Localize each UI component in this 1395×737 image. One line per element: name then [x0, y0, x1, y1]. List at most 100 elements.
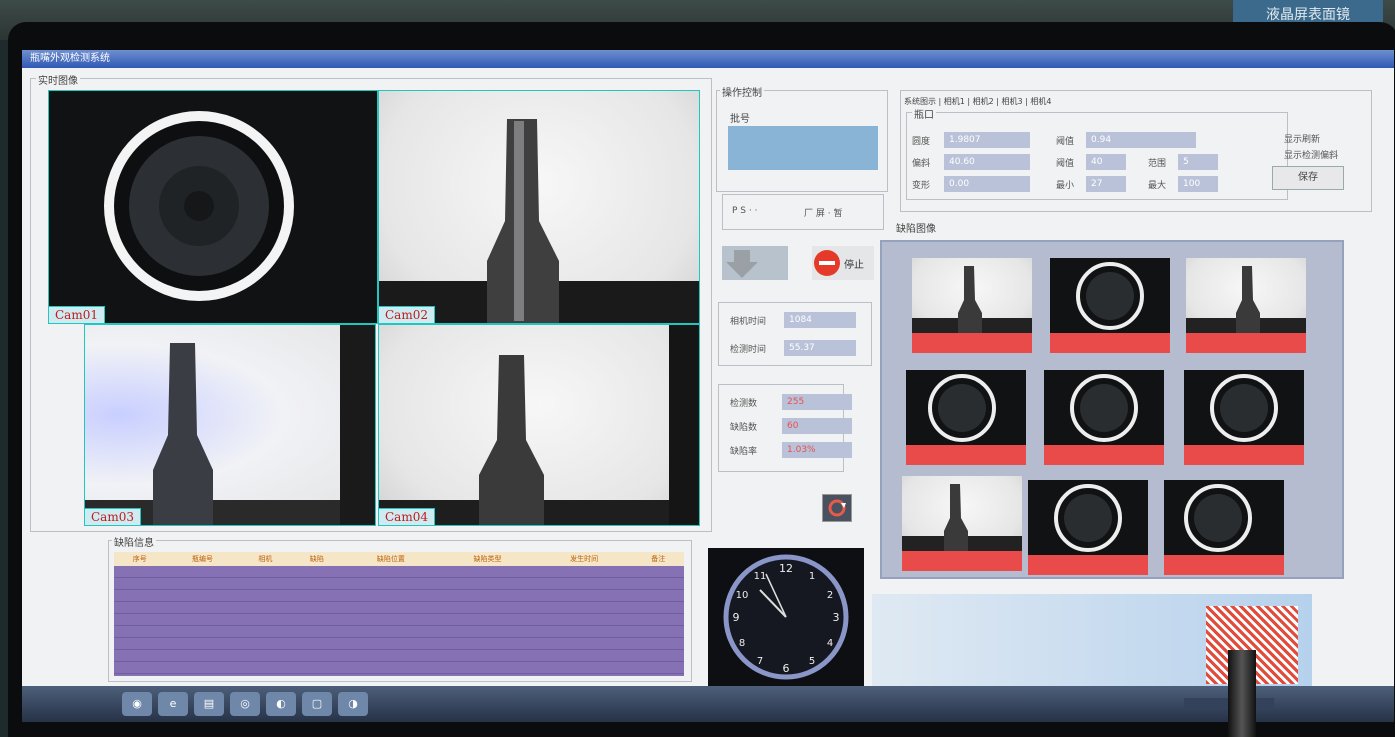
- tab-cam2[interactable]: 相机2: [973, 97, 994, 106]
- cam02-view[interactable]: Cam02: [378, 90, 700, 324]
- start-orb-icon[interactable]: ◉: [122, 692, 152, 716]
- stop-icon: [814, 250, 840, 276]
- count-label: 缺陷率: [730, 447, 758, 457]
- cam04-label: Cam04: [379, 508, 435, 525]
- start-button[interactable]: [722, 246, 788, 280]
- defect-thumb[interactable]: [1186, 258, 1306, 353]
- param-value[interactable]: 0.00: [944, 176, 1030, 192]
- table-header-row: 序号 瓶编号 相机 缺陷 缺陷位置 缺陷类型 发生时间 备注: [114, 552, 684, 566]
- window-title: 瓶嘴外观检测系统: [22, 50, 1394, 68]
- threshold-value[interactable]: 0.94: [1086, 132, 1196, 148]
- range-label: 范围: [1148, 159, 1167, 169]
- svg-text:7: 7: [757, 656, 763, 667]
- folder-icon[interactable]: ▤: [194, 692, 224, 716]
- col-header: 瓶编号: [165, 552, 240, 566]
- table-rows[interactable]: [114, 566, 684, 676]
- bottle-side-image: [379, 325, 699, 525]
- defect-table[interactable]: 序号 瓶编号 相机 缺陷 缺陷位置 缺陷类型 发生时间 备注: [114, 552, 684, 676]
- tab-cam1[interactable]: 相机1: [944, 97, 965, 106]
- timing-label: 相机时间: [730, 317, 767, 327]
- cam02-label: Cam02: [379, 306, 435, 323]
- svg-text:9: 9: [733, 611, 740, 624]
- defect-thumb[interactable]: [1028, 480, 1148, 575]
- param-label: 圆度: [912, 137, 931, 147]
- col-header: 缺陷: [291, 552, 343, 566]
- param-value[interactable]: 40.60: [944, 154, 1030, 170]
- mode-option-right[interactable]: 厂 屏 · 暂: [804, 206, 842, 219]
- threshold-value[interactable]: 27: [1086, 176, 1126, 192]
- svg-text:5: 5: [809, 656, 815, 667]
- cam04-view[interactable]: Cam04: [378, 324, 700, 526]
- cam03-label: Cam03: [85, 508, 141, 525]
- batch-display[interactable]: [728, 126, 878, 170]
- realtime-legend: 实时图像: [36, 72, 80, 87]
- defect-list-legend: 缺陷信息: [112, 534, 156, 549]
- timing-value: 55.37: [784, 340, 856, 356]
- stop-label: 停止: [844, 260, 864, 271]
- svg-text:6: 6: [783, 662, 790, 675]
- defect-images-legend: 缺陷图像: [894, 220, 938, 235]
- timing-label: 检测时间: [730, 345, 767, 355]
- threshold-label: 最小: [1056, 181, 1075, 191]
- param-value[interactable]: 1.9807: [944, 132, 1030, 148]
- taskbar: ◉ e ▤ ◎ ◐ ▢ ◑: [22, 686, 1394, 722]
- defect-thumb[interactable]: [1044, 370, 1164, 465]
- svg-text:10: 10: [736, 590, 749, 601]
- range-label: 最大: [1148, 181, 1167, 191]
- bottle-side-image: [379, 119, 699, 323]
- count-label: 缺陷数: [730, 423, 758, 433]
- param-label: 变形: [912, 181, 931, 191]
- svg-text:4: 4: [827, 638, 833, 649]
- app-window: 瓶嘴外观检测系统 实时图像 Cam01 Cam02 Cam03 Cam04 缺陷…: [22, 50, 1394, 722]
- tab-cam4[interactable]: 相机4: [1030, 97, 1051, 106]
- defect-thumb[interactable]: [1184, 370, 1304, 465]
- tab-cam3[interactable]: 相机3: [1002, 97, 1023, 106]
- threshold-label: 阈值: [1056, 159, 1075, 169]
- analog-clock: 12 3 6 9 1 2 4 5 7 8 10 11: [708, 548, 864, 686]
- col-header: 缺陷位置: [342, 552, 440, 566]
- count-label: 检测数: [730, 399, 758, 409]
- app-icon[interactable]: ◐: [266, 692, 296, 716]
- count-value: 1.03%: [782, 442, 852, 458]
- cam01-view[interactable]: Cam01: [48, 90, 378, 324]
- timing-value: 1084: [784, 312, 856, 328]
- defect-images-panel[interactable]: [880, 240, 1344, 579]
- count-value: 255: [782, 394, 852, 410]
- col-header: 序号: [114, 552, 166, 566]
- svg-text:2: 2: [827, 590, 833, 601]
- svg-text:3: 3: [833, 611, 840, 624]
- threshold-label: 阈值: [1056, 137, 1075, 147]
- defect-thumb[interactable]: [1164, 480, 1284, 575]
- mode-option-left[interactable]: P S · ·: [732, 206, 757, 216]
- svg-text:11: 11: [754, 571, 767, 582]
- tab-system[interactable]: 系统图示: [904, 97, 936, 106]
- svg-text:1: 1: [809, 571, 815, 582]
- cam01-label: Cam01: [49, 306, 105, 323]
- range-value[interactable]: 100: [1178, 176, 1218, 192]
- col-header: 相机: [239, 552, 292, 566]
- window-icon[interactable]: ▢: [302, 692, 332, 716]
- inspection-app-icon[interactable]: ◑: [338, 692, 368, 716]
- batch-legend: 批号: [728, 110, 752, 125]
- refresh-icon[interactable]: [822, 494, 852, 522]
- range-value[interactable]: 5: [1178, 154, 1218, 170]
- defect-thumb[interactable]: [906, 370, 1026, 465]
- threshold-value[interactable]: 40: [1086, 154, 1126, 170]
- defect-thumb[interactable]: [912, 258, 1032, 353]
- defect-thumb[interactable]: [902, 476, 1022, 571]
- param-label: 偏斜: [912, 159, 931, 169]
- media-icon[interactable]: ◎: [230, 692, 260, 716]
- save-button[interactable]: 保存: [1272, 166, 1344, 190]
- browser-icon[interactable]: e: [158, 692, 188, 716]
- cam03-view[interactable]: Cam03: [84, 324, 376, 526]
- bottle-side-image: [85, 325, 375, 525]
- defect-thumb[interactable]: [1050, 258, 1170, 353]
- skew-checkbox[interactable]: 显示检测偏斜: [1284, 148, 1338, 161]
- foreground-pen: [1228, 650, 1256, 737]
- col-header: 缺陷类型: [439, 552, 536, 566]
- refresh-checkbox[interactable]: 显示刷新: [1284, 132, 1320, 145]
- col-header: 备注: [632, 552, 684, 566]
- count-value: 60: [782, 418, 852, 434]
- bottleneck-legend: 瓶口: [912, 106, 936, 121]
- stop-button[interactable]: 停止: [812, 246, 874, 280]
